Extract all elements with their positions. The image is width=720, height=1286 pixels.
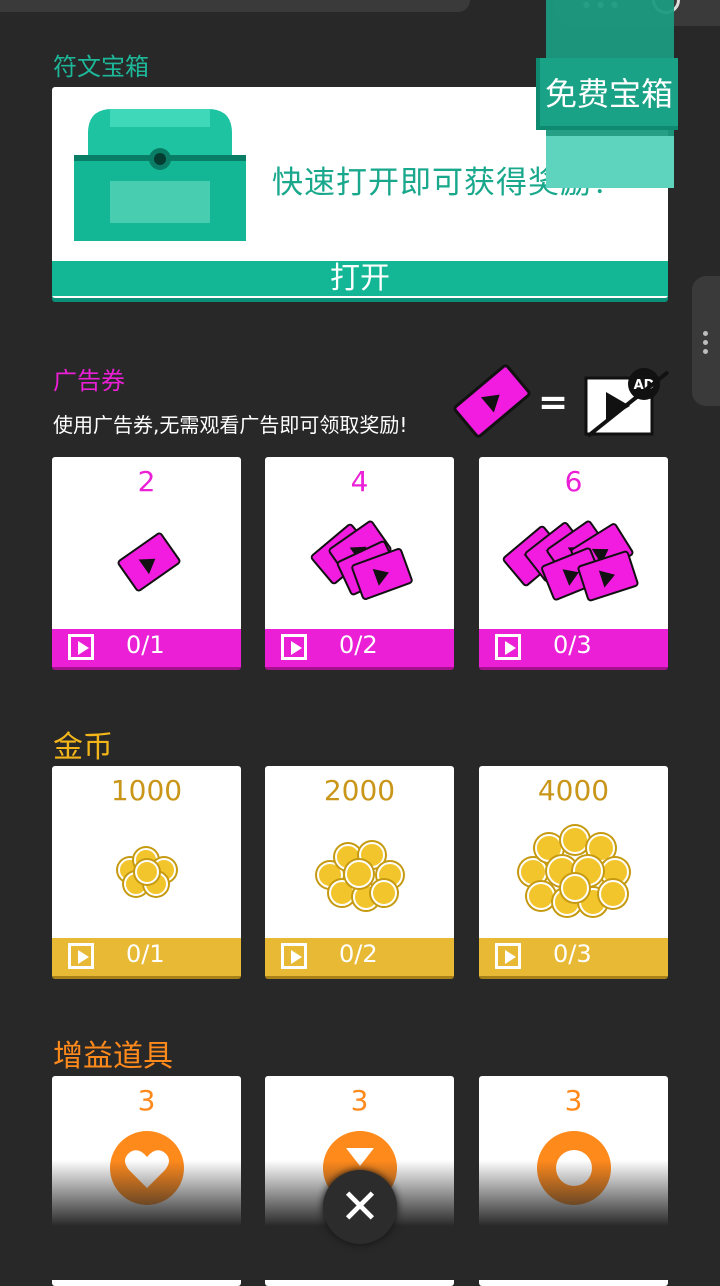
equals-sign: = xyxy=(538,382,569,423)
card-value: 3 xyxy=(137,1084,156,1117)
top-search-bar[interactable] xyxy=(0,0,470,12)
card-value: 3 xyxy=(350,1084,369,1117)
coin-pile-icon xyxy=(315,836,405,912)
chest-section-title: 符文宝箱 xyxy=(53,53,149,81)
watch-ad-button[interactable]: 0/2 xyxy=(265,938,454,976)
coin-pile-icon xyxy=(114,844,180,900)
coins-card-1[interactable]: 1000 0/1 xyxy=(52,766,241,976)
play-icon xyxy=(495,943,521,969)
handle-dot xyxy=(703,331,708,336)
progress-text: 0/2 xyxy=(339,631,378,659)
coins-card-3[interactable]: 4000 0/3 xyxy=(479,766,668,976)
progress-text: 0/3 xyxy=(553,940,592,968)
boosts-section-title: 增益道具 xyxy=(53,1039,173,1074)
play-icon xyxy=(281,943,307,969)
coins-card-2[interactable]: 2000 0/2 xyxy=(265,766,454,976)
progress-text: 0/1 xyxy=(126,631,165,659)
ad-ticket-card-3[interactable]: 6 0/3 xyxy=(479,457,668,667)
chest-open-button[interactable]: 打开 xyxy=(52,261,668,296)
chest-icon xyxy=(74,109,246,241)
watch-ad-button[interactable]: 0/1 xyxy=(52,938,241,976)
card-value: 3 xyxy=(564,1084,583,1117)
card-value: 4 xyxy=(350,465,369,498)
ad-ticket-card-2[interactable]: 4 0/2 xyxy=(265,457,454,667)
play-icon xyxy=(68,943,94,969)
progress-text: 0/3 xyxy=(553,631,592,659)
progress-text: 0/1 xyxy=(126,940,165,968)
ticket-icon xyxy=(114,529,184,599)
ticket-stack-icon xyxy=(501,518,645,609)
watch-ad-button[interactable]: 0/3 xyxy=(479,629,668,667)
card-value: 4000 xyxy=(537,774,610,807)
watch-ad-button[interactable]: 0/2 xyxy=(265,629,454,667)
progress-text: 0/2 xyxy=(339,940,378,968)
free-chest-tab-lower xyxy=(546,136,674,188)
coins-section-title: 金币 xyxy=(53,730,113,765)
card-value: 1000 xyxy=(110,774,183,807)
watch-ad-button[interactable]: 0/1 xyxy=(52,629,241,667)
ad-ticket-card-1[interactable]: 2 0/1 xyxy=(52,457,241,667)
card-value: 2 xyxy=(137,465,156,498)
card-value: 2000 xyxy=(323,774,396,807)
card-value: 6 xyxy=(564,465,583,498)
close-button[interactable]: ✕ xyxy=(323,1170,397,1244)
play-icon xyxy=(68,634,94,660)
free-chest-label[interactable]: 免费宝箱 xyxy=(536,58,678,130)
handle-dot xyxy=(703,349,708,354)
no-ads-icon: AD xyxy=(584,368,670,438)
handle-dot xyxy=(703,340,708,345)
ad-ticket-description: 使用广告券,无需观看广告即可领取奖励! xyxy=(53,413,408,437)
ad-ticket-icon xyxy=(453,364,531,438)
ad-ticket-section-title: 广告券 xyxy=(53,367,125,395)
watch-ad-button[interactable]: 0/3 xyxy=(479,938,668,976)
play-icon xyxy=(495,634,521,660)
play-icon xyxy=(281,634,307,660)
ticket-stack-icon xyxy=(309,518,414,609)
coin-pile-icon xyxy=(515,824,633,920)
